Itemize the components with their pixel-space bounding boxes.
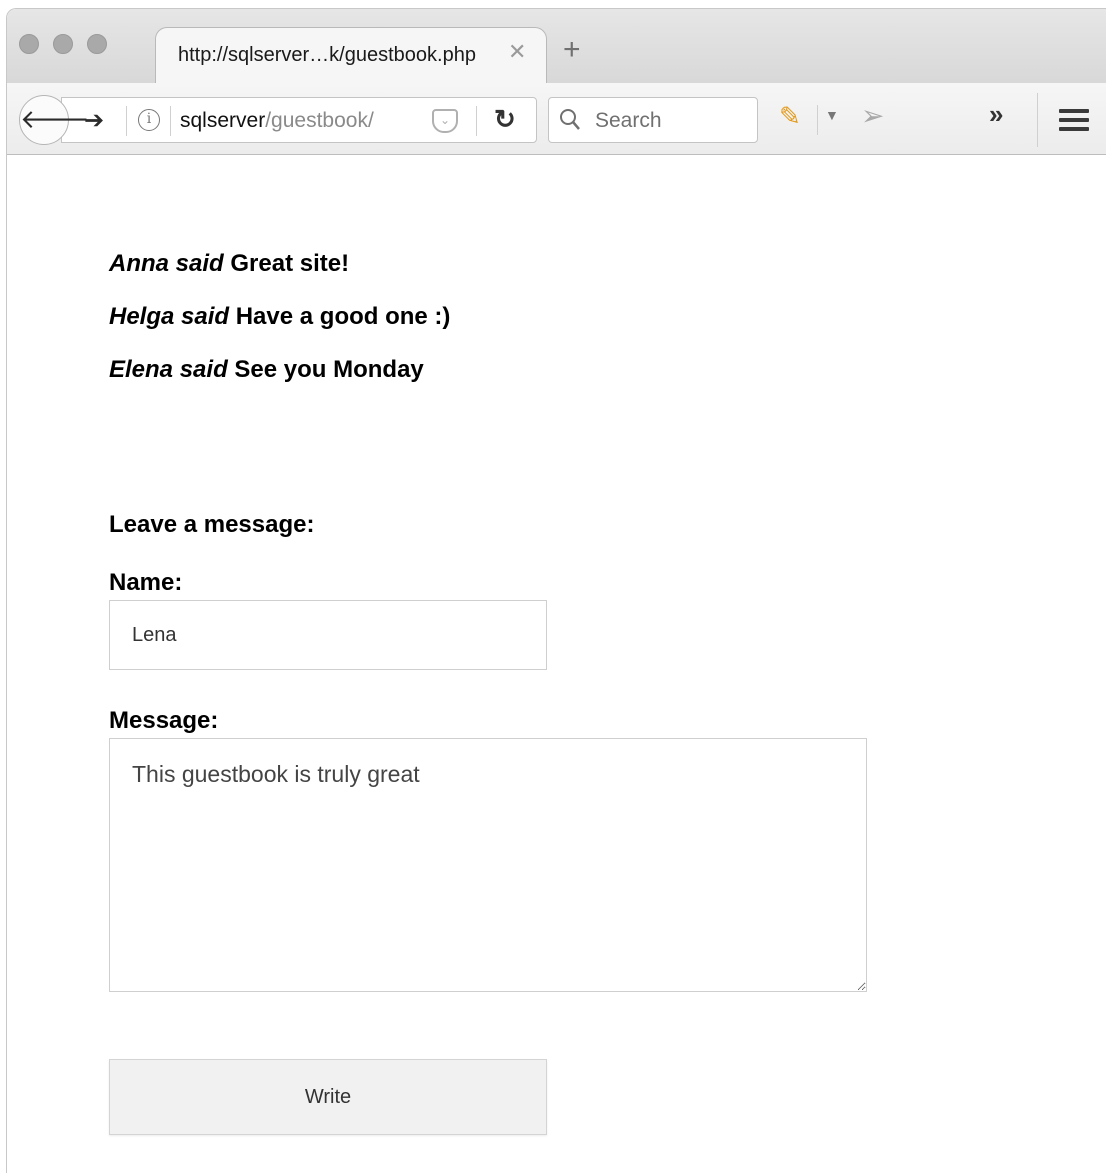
- maximize-window-button[interactable]: [87, 34, 107, 54]
- tab-guestbook[interactable]: http://sqlserver…k/guestbook.php ✕: [155, 27, 547, 85]
- close-tab-icon[interactable]: ✕: [508, 39, 526, 65]
- pencil-icon[interactable]: ✎: [779, 101, 801, 132]
- tab-title: http://sqlserver…k/guestbook.php: [178, 44, 476, 66]
- guestbook-entry: Elena said See you Monday: [109, 356, 424, 384]
- entry-message: See you Monday: [234, 356, 424, 383]
- navigation-bar: ➔ i sqlserver/guestbook/ ⌄ ↻ 🡐 Search ✎ …: [7, 83, 1106, 155]
- entry-author: Elena said: [109, 356, 228, 383]
- url-bar[interactable]: ➔ i sqlserver/guestbook/ ⌄ ↻: [61, 97, 537, 143]
- search-bar[interactable]: Search: [548, 97, 758, 143]
- page-content: Anna said Great site! Helga said Have a …: [7, 156, 1106, 1173]
- info-icon[interactable]: i: [138, 109, 160, 131]
- minimize-window-button[interactable]: [53, 34, 73, 54]
- name-label: Name:: [109, 569, 183, 596]
- search-placeholder: Search: [595, 109, 662, 132]
- guestbook-entry: Helga said Have a good one :): [109, 303, 450, 331]
- entry-author: Helga said: [109, 303, 230, 330]
- url-text[interactable]: sqlserver/guestbook/: [180, 109, 392, 133]
- message-textarea[interactable]: This guestbook is truly great: [109, 738, 867, 992]
- pocket-icon[interactable]: ⌄: [432, 109, 458, 133]
- entry-author: Anna said: [109, 250, 224, 277]
- menu-icon[interactable]: [1059, 109, 1089, 131]
- entry-message: Have a good one :): [235, 303, 451, 330]
- name-input[interactable]: [109, 600, 547, 670]
- guestbook-entry: Anna said Great site!: [109, 250, 349, 278]
- dropdown-icon[interactable]: ▼: [825, 107, 839, 123]
- entry-message: Great site!: [230, 250, 350, 277]
- url-path: /guestbook/: [265, 109, 374, 132]
- search-icon: [560, 109, 580, 130]
- reload-icon[interactable]: ↻: [494, 104, 516, 135]
- tab-strip: http://sqlserver…k/guestbook.php ✕ +: [7, 9, 1106, 85]
- back-button[interactable]: 🡐: [19, 95, 90, 145]
- write-button[interactable]: Write: [109, 1059, 547, 1135]
- form-heading: Leave a message:: [109, 511, 315, 538]
- close-window-button[interactable]: [19, 34, 39, 54]
- new-tab-icon[interactable]: +: [563, 35, 581, 65]
- send-icon[interactable]: ➢: [861, 99, 884, 132]
- overflow-icon[interactable]: »: [989, 99, 1003, 130]
- message-label: Message:: [109, 707, 219, 734]
- browser-window: http://sqlserver…k/guestbook.php ✕ + ➔ i…: [6, 8, 1106, 1173]
- back-icon: 🡐: [20, 104, 90, 134]
- url-host: sqlserver: [180, 109, 266, 132]
